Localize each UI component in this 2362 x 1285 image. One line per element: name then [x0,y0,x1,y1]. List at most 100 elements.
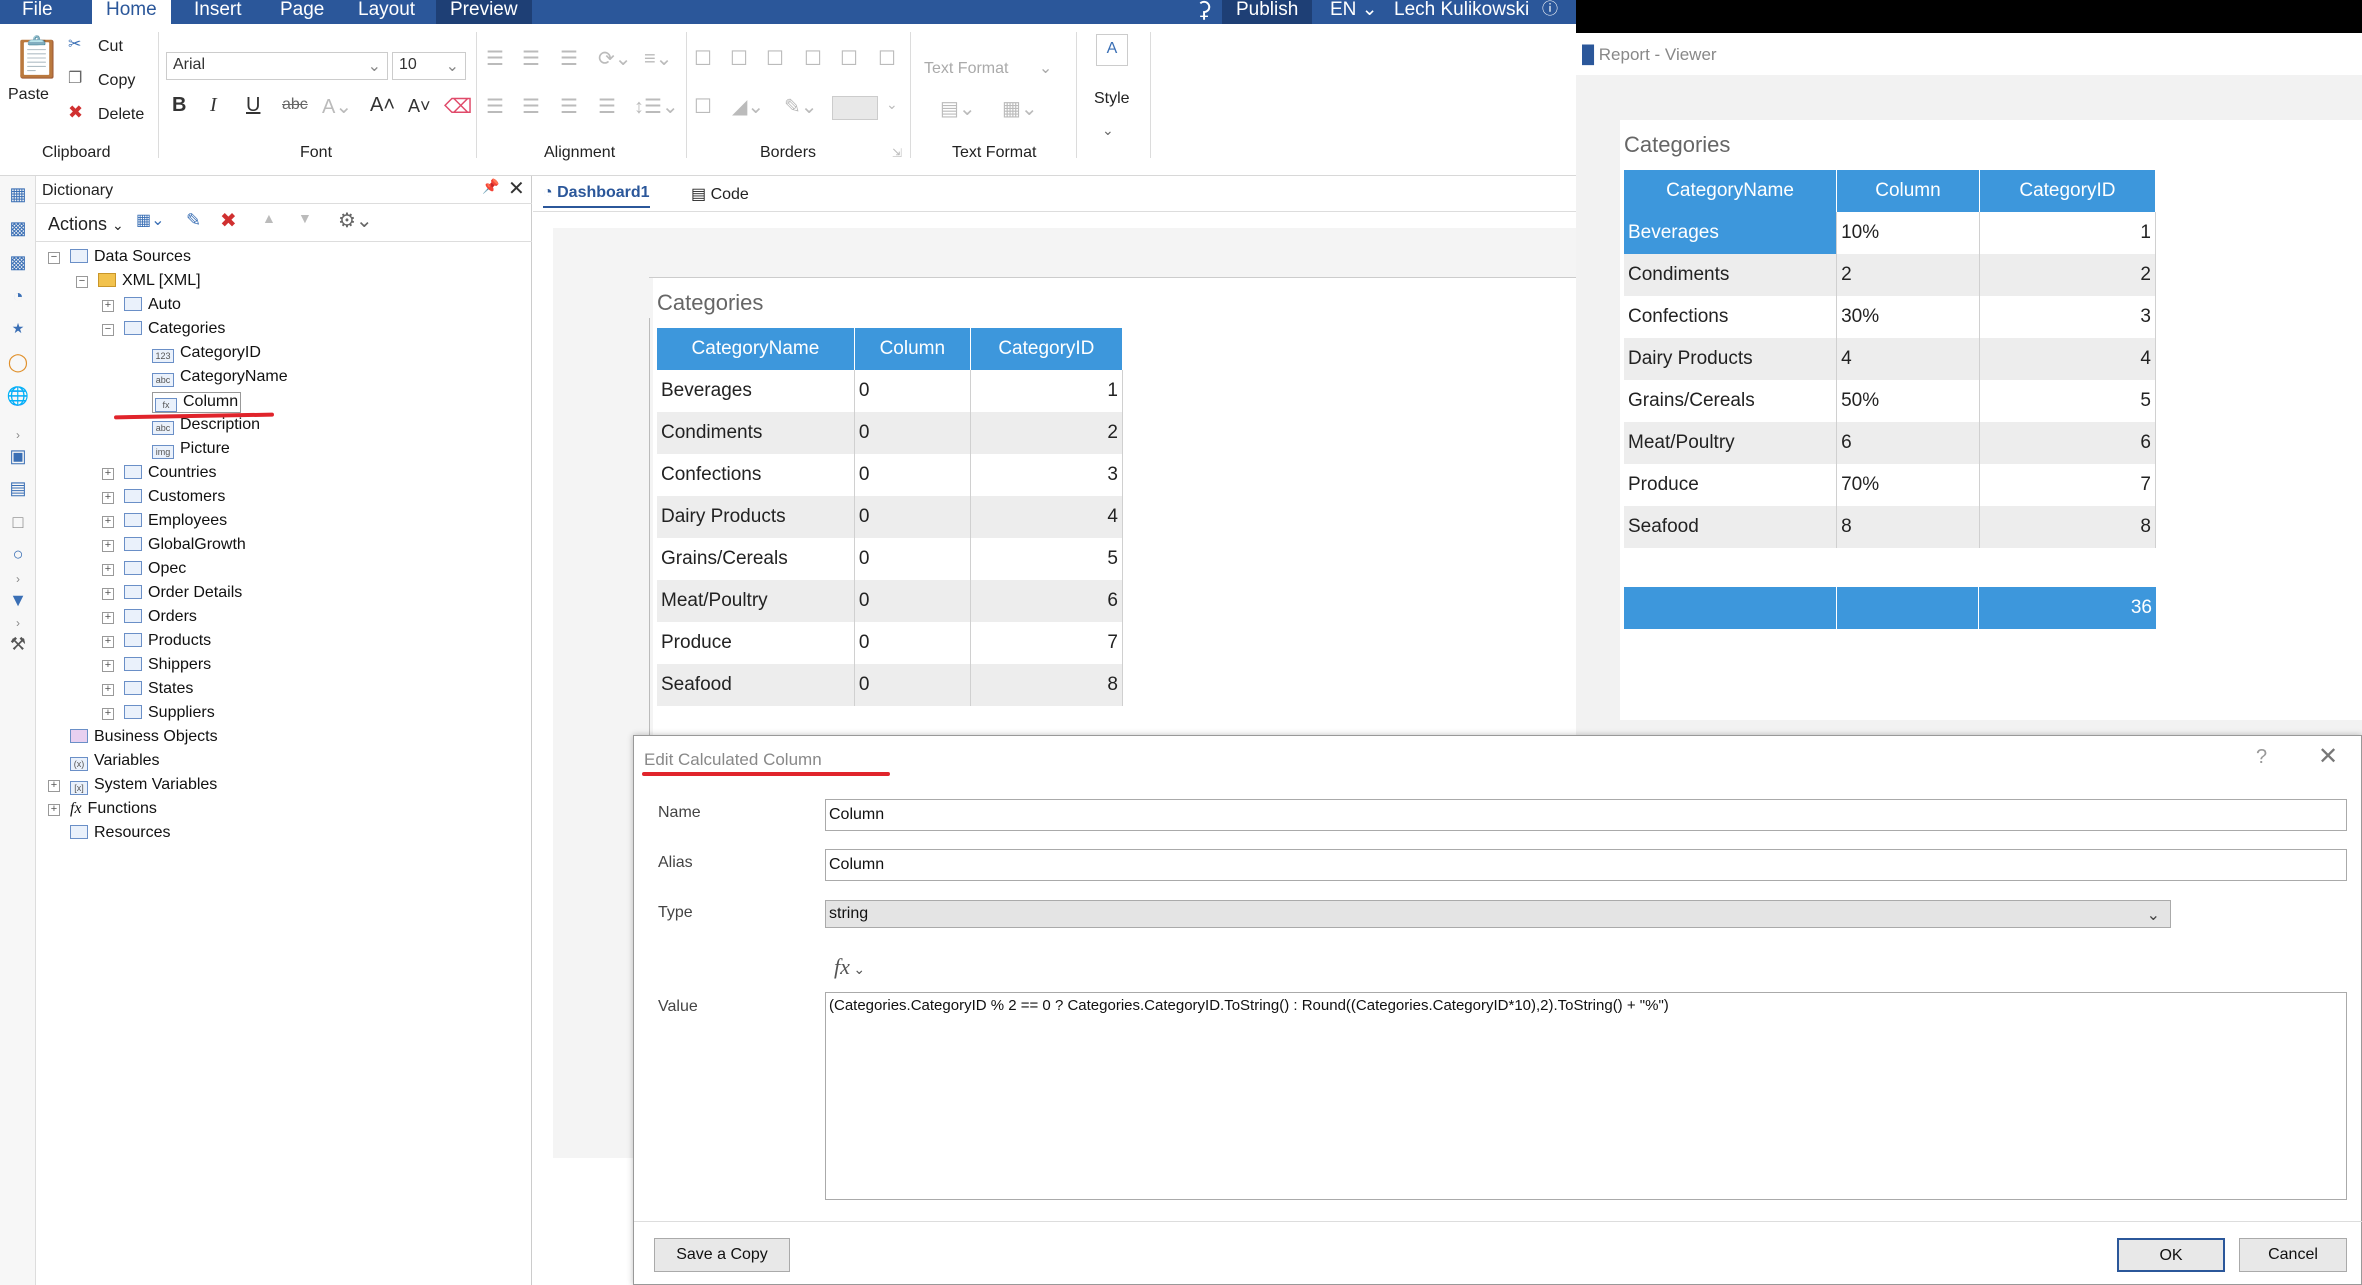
share-icon[interactable]: ⚳ [1182,0,1226,24]
tab-layout[interactable]: Layout [344,0,429,24]
font-family-select[interactable]: Arial ⌄ [166,52,388,80]
table-element[interactable]: Categories CategoryName Column CategoryID … [653,278,1576,758]
tab-file[interactable]: File [8,0,67,24]
name-input[interactable]: Column [825,799,2347,831]
expand-toggle[interactable]: + [102,468,114,480]
alias-input[interactable]: Column [825,849,2347,881]
expand-toggle[interactable]: + [102,684,114,696]
tree-item-categories[interactable]: Categories [124,320,225,338]
style-button[interactable]: Style [1094,90,1130,108]
collapse-toggle[interactable]: − [48,252,60,264]
pivot-icon[interactable]: ▩ [6,218,30,242]
tree-item-business-objects[interactable]: Business Objects [70,728,218,746]
border-bottom-icon[interactable]: ☐ [840,46,858,71]
tree-item-table[interactable]: Opec [124,560,186,578]
bold-icon[interactable]: B [172,94,186,117]
tree-field-categoryid[interactable]: 123 CategoryID [152,344,261,363]
border-right-icon[interactable]: ☐ [878,46,896,71]
tools-icon[interactable]: ⚒ [6,634,30,658]
function-builder-button[interactable]: fx ⌄ [834,954,865,980]
border-all-icon[interactable]: ☐ [694,46,712,71]
tree-item-table[interactable]: Suppliers [124,704,215,722]
ok-button[interactable]: OK [2117,1238,2225,1272]
image-icon[interactable]: ▣ [6,446,30,470]
italic-icon[interactable]: I [210,94,217,117]
help-icon[interactable]: ? [2256,746,2267,769]
chart-icon[interactable]: ▩ [6,252,30,276]
rotate-icon[interactable]: ⟳⌄ [598,46,632,71]
expand-toggle[interactable]: + [102,612,114,624]
user-avatar-icon[interactable]: ⓘ [1528,0,1572,24]
tree-item-table[interactable]: Products [124,632,211,650]
move-up-icon[interactable]: ▲ [262,210,276,226]
expand-toggle[interactable]: + [102,564,114,576]
style-icon[interactable]: A [1096,34,1128,66]
tree-item-table[interactable]: Order Details [124,584,242,602]
tab-page[interactable]: Page [266,0,338,24]
strikethrough-icon[interactable]: abc [282,96,308,114]
tab-insert[interactable]: Insert [180,0,256,24]
fill-color-icon[interactable]: ◢⌄ [732,94,764,119]
expand-toggle[interactable]: + [102,660,114,672]
delete-icon[interactable]: ✖ [220,208,237,233]
condition-icon[interactable]: ▤⌄ [940,96,976,121]
delete-button[interactable]: Delete [98,106,144,124]
progress-icon[interactable]: ◯ [6,352,30,376]
expand-icon[interactable]: ⇲ [892,146,902,160]
tab-code[interactable]: ▤ Code [691,184,749,204]
tree-item-table[interactable]: States [124,680,193,698]
font-size-select[interactable]: 10 ⌄ [392,52,466,80]
shrink-font-icon[interactable]: A˅ [408,96,431,117]
paste-button[interactable]: Paste [8,86,49,104]
align-center-icon[interactable]: ☰ [522,94,540,119]
publish-button[interactable]: Publish [1222,0,1313,24]
tree-field-categoryname[interactable]: abc CategoryName [152,368,288,387]
pin-icon[interactable]: 📌 [482,178,499,195]
tree-field-column[interactable]: fx Column [152,392,242,413]
gear-icon[interactable]: ⚙⌄ [338,208,373,233]
tree-item-system-variables[interactable]: [x] System Variables [70,776,217,795]
tree-item-auto[interactable]: Auto [124,296,181,314]
tree-field-picture[interactable]: img Picture [152,440,230,459]
close-icon[interactable]: ✕ [2318,742,2338,771]
tab-preview[interactable]: Preview [436,0,532,24]
tree-item-xml[interactable]: XML [XML] [98,272,201,290]
new-item-icon[interactable]: ▦⌄ [136,210,165,230]
border-style-select[interactable] [832,96,878,120]
expand-toggle[interactable]: + [102,516,114,528]
wordwrap-icon[interactable]: ≡⌄ [644,46,672,71]
filter-icon[interactable]: ▼ [6,590,30,614]
align-right-icon[interactable]: ☰ [560,94,578,119]
expand-toggle[interactable]: + [48,804,60,816]
tree-item-table[interactable]: GlobalGrowth [124,536,246,554]
border-outline-icon[interactable]: ☐ [694,94,712,119]
expand-toggle[interactable]: + [102,300,114,312]
tree-item-variables[interactable]: (x) Variables [70,752,160,771]
map-icon[interactable]: 🌐 [6,386,30,410]
actions-menu[interactable]: Actions ⌄ [48,214,124,235]
expand-toggle[interactable]: + [48,780,60,792]
text-format-select[interactable]: Text Format ⌄ [924,58,1052,78]
expand-toggle[interactable]: + [102,636,114,648]
designer-data-table[interactable]: CategoryName Column CategoryID Beverages 0 1… [657,328,1124,706]
cut-button[interactable]: Cut [98,38,123,56]
table-icon[interactable]: ▦ [6,184,30,208]
underline-icon[interactable]: U [246,94,260,117]
indicator-icon[interactable]: ★ [6,320,30,344]
tree-item-table[interactable]: Countries [124,464,216,482]
save-copy-button[interactable]: Save a Copy [654,1238,790,1272]
align-left-icon[interactable]: ☰ [486,94,504,119]
tree-item-data-sources[interactable]: Data Sources [70,248,191,266]
edit-icon[interactable]: ✎ [186,210,201,231]
user-name[interactable]: Lech Kulikowski [1380,0,1543,24]
tree-item-table[interactable]: Orders [124,608,197,626]
copy-button[interactable]: Copy [98,72,135,90]
border-none-icon[interactable]: ☐ [730,46,748,71]
tree-item-table[interactable]: Employees [124,512,227,530]
tree-item-resources[interactable]: Resources [70,824,170,842]
expand-toggle[interactable]: + [102,588,114,600]
cancel-button[interactable]: Cancel [2239,1238,2347,1272]
tree-field-description[interactable]: abc Description [152,416,260,435]
border-top-icon[interactable]: ☐ [766,46,784,71]
align-top-icon[interactable]: ☰ [486,46,504,71]
